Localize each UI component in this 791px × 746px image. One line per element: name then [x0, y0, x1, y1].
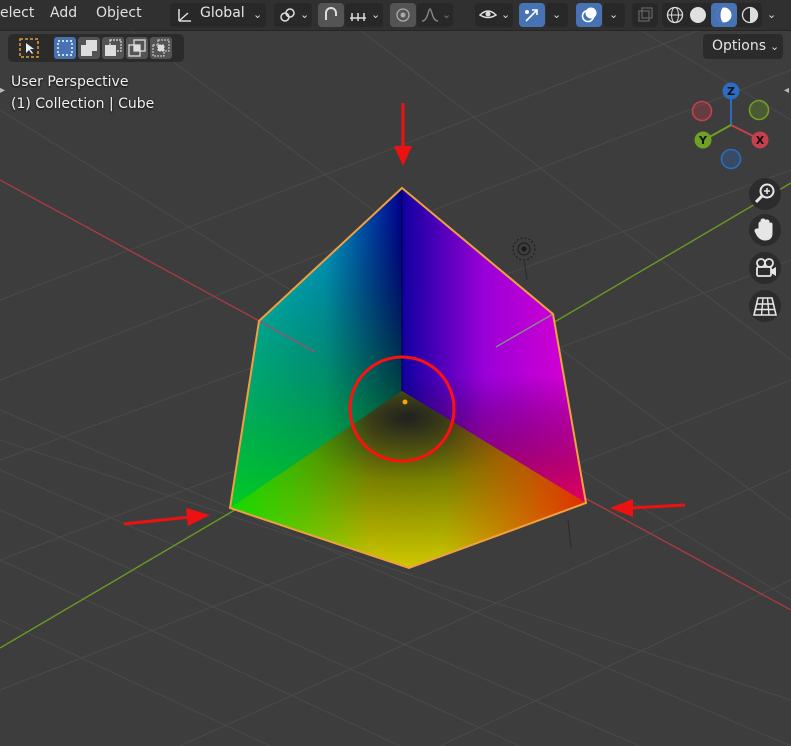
snap-toggle[interactable] [318, 3, 344, 27]
shading-chevron-down-icon[interactable]: ⌄ [767, 8, 776, 21]
chevron-down-icon: ⌄ [300, 8, 310, 21]
cube-object[interactable] [228, 186, 588, 570]
visibility-icon [478, 10, 498, 19]
options-label: Options [712, 38, 767, 54]
mode-subtract-icon [105, 39, 122, 56]
gizmo-toggle[interactable] [519, 3, 545, 27]
mode-subtract-button[interactable] [102, 37, 124, 59]
mode-invert-icon [128, 39, 146, 57]
snap-icon [325, 7, 337, 20]
mode-invert-button[interactable] [126, 37, 148, 59]
sidebar-expand-icon[interactable]: ◂ [784, 85, 789, 96]
link-icon [280, 8, 295, 22]
mode-intersect-icon [152, 39, 170, 57]
chevron-down-icon: ⌄ [371, 8, 381, 21]
gizmo-z-label: Z [727, 85, 735, 98]
falloff-dropdown[interactable]: ⌄ [417, 3, 453, 27]
select-tool-button[interactable] [18, 37, 40, 59]
chevron-down-icon: ⌄ [609, 8, 619, 21]
chevron-down-icon: ⌄ [770, 40, 780, 53]
transform-orientation-dropdown[interactable]: Global ⌄ [170, 3, 266, 27]
pan-button[interactable] [749, 214, 781, 246]
viewport-header: elect Add Object Global ⌄ ⌄ ⌄ ⌄ ⌄ ⌄ ⌄ ⌄ [0, 0, 791, 31]
falloff-icon [421, 8, 439, 22]
gizmo-icon [525, 9, 538, 22]
chevron-down-icon: ⌄ [253, 8, 263, 21]
camera-view-button[interactable] [749, 252, 781, 284]
chevron-down-icon: ⌄ [501, 8, 511, 21]
active-object-info: (1) Collection | Cube [11, 96, 155, 112]
grid-icon [752, 297, 778, 316]
view-name: User Perspective [11, 74, 129, 90]
toolbar-expand-icon[interactable]: ▸ [0, 85, 5, 96]
chevron-down-icon: ⌄ [552, 8, 562, 21]
zoom-icon [754, 183, 775, 204]
material-preview-toggle[interactable] [711, 3, 737, 27]
light-icon[interactable] [512, 237, 536, 281]
annotation-arrow-top [394, 103, 412, 166]
mode-intersect-button[interactable] [150, 37, 172, 59]
menu-object[interactable]: Object [96, 5, 142, 21]
proportional-edit-toggle[interactable] [390, 3, 416, 27]
mode-extend-icon [81, 40, 97, 56]
snap-target-dropdown[interactable]: ⌄ [345, 3, 383, 27]
menu-select[interactable]: elect [0, 5, 34, 21]
select-box-icon [19, 38, 39, 58]
overlay-toggle[interactable] [576, 3, 602, 27]
xray-icon [638, 7, 653, 22]
rendered-icon[interactable] [741, 6, 759, 24]
gizmo-neg-z [720, 148, 742, 170]
overlay-icon [581, 7, 597, 23]
navigation-gizmo[interactable]: Z X Y [691, 82, 770, 170]
annotation-arrow-right [610, 499, 686, 517]
hand-icon [754, 218, 773, 241]
3d-viewport[interactable]: Z X Y elect Add Object Global ⌄ ⌄ ⌄ ⌄ ⌄ … [0, 0, 791, 746]
perspective-toggle-button[interactable] [749, 290, 781, 322]
xray-toggle[interactable] [632, 3, 658, 27]
zoom-button[interactable] [749, 178, 781, 210]
mode-new-icon [57, 40, 73, 56]
options-dropdown[interactable]: Options ⌄ [703, 34, 783, 59]
gizmo-neg-y [748, 99, 770, 121]
camera-icon [756, 258, 776, 277]
gizmo-y-label: Y [698, 134, 708, 147]
visibility-dropdown[interactable]: ⌄ [475, 3, 513, 27]
solid-icon[interactable] [689, 6, 707, 24]
orientation-label: Global [200, 5, 245, 21]
mode-extend-button[interactable] [78, 37, 100, 59]
menu-add[interactable]: Add [50, 5, 77, 21]
overlay-dropdown[interactable]: ⌄ [603, 3, 625, 27]
gizmo-neg-x [691, 100, 713, 122]
tool-settings-bar [8, 34, 184, 62]
material-icon [716, 7, 732, 23]
annotation-arrow-left [123, 508, 210, 526]
gizmo-dropdown[interactable]: ⌄ [546, 3, 568, 27]
proportional-edit-icon [396, 8, 410, 22]
origin-dot [402, 399, 408, 405]
mode-new-button[interactable] [54, 37, 76, 59]
orientation-axes-icon [178, 9, 191, 22]
pivot-dropdown[interactable]: ⌄ [274, 3, 312, 27]
gizmo-x-label: X [756, 134, 765, 147]
wireframe-icon[interactable] [666, 6, 684, 24]
snap-increment-icon [350, 13, 366, 21]
chevron-down-icon: ⌄ [442, 8, 452, 21]
